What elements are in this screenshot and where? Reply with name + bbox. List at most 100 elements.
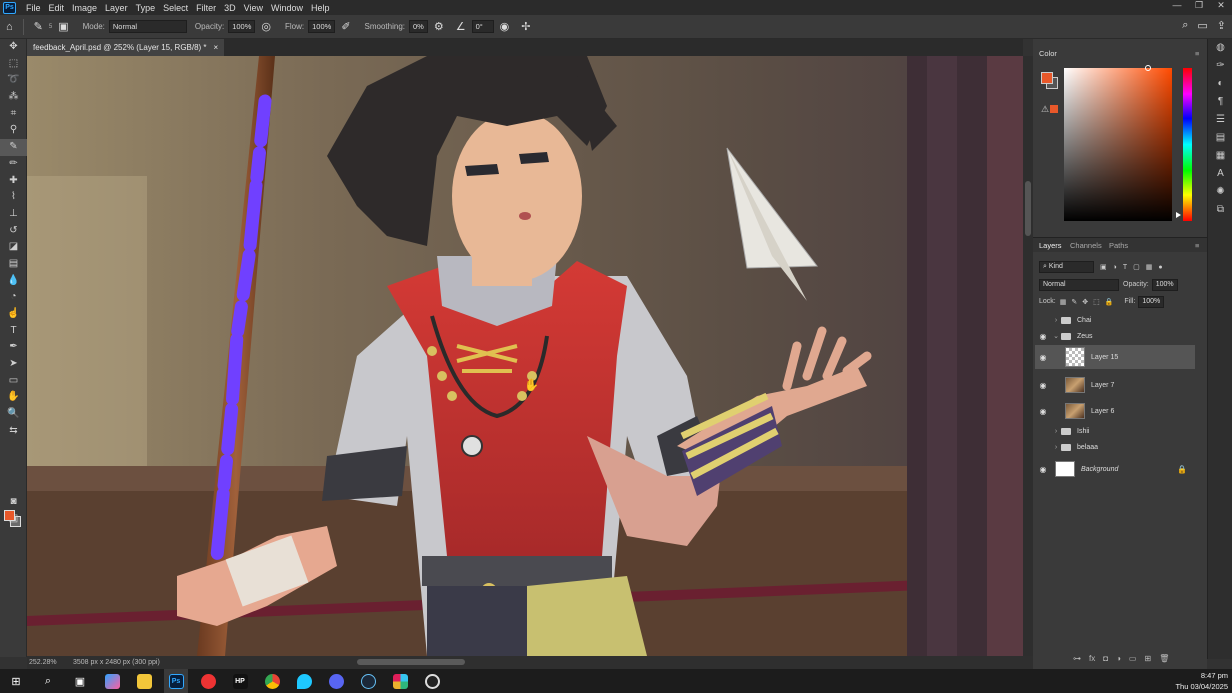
home-icon[interactable]: ⌂ xyxy=(6,21,13,33)
system-clock[interactable]: 8:47 pm Thu 03/04/2025 xyxy=(1175,670,1228,692)
vertical-scroll-thumb[interactable] xyxy=(1025,181,1031,236)
color-field[interactable] xyxy=(1064,68,1172,221)
layer-15[interactable]: ◉ Layer 15 xyxy=(1035,345,1195,369)
document-tab[interactable]: feedback_April.psd @ 252% (Layer 15, RGB… xyxy=(27,39,225,56)
brightness-icon[interactable]: ✺ xyxy=(1208,183,1232,201)
menu-filter[interactable]: Filter xyxy=(192,3,220,13)
discord-icon[interactable] xyxy=(324,669,348,693)
task-view-icon[interactable]: ▣ xyxy=(68,669,92,693)
pressure-opacity-icon[interactable]: ◎ xyxy=(261,20,271,33)
dodge-tool-icon[interactable]: ◔ xyxy=(0,289,27,306)
learn-icon[interactable]: ◍ xyxy=(1208,39,1232,57)
eye-icon[interactable]: ◉ xyxy=(1035,465,1051,474)
pencil-tool-icon[interactable]: ✏ xyxy=(0,156,27,173)
quick-mask-icon[interactable]: ◙ xyxy=(0,494,27,511)
horizontal-scroll-thumb[interactable] xyxy=(357,659,465,665)
brush-settings-icon[interactable]: ▣ xyxy=(58,20,68,33)
eye-icon[interactable]: ◉ xyxy=(1035,381,1051,390)
menu-layer[interactable]: Layer xyxy=(101,3,132,13)
layer-opacity-field[interactable]: 100% xyxy=(1151,278,1178,291)
menu-view[interactable]: View xyxy=(240,3,267,13)
share-icon[interactable]: ⇪ xyxy=(1217,19,1226,32)
libraries-icon[interactable]: ⧉ xyxy=(1208,201,1232,219)
history-brush-tool-icon[interactable]: ↺ xyxy=(0,223,27,240)
menu-select[interactable]: Select xyxy=(159,3,192,13)
smudge-tool-icon[interactable]: ☝ xyxy=(0,306,27,323)
chevron-down-icon[interactable]: ⌄ xyxy=(1051,332,1061,340)
magic-wand-tool-icon[interactable]: ⁂ xyxy=(0,89,27,106)
tab-paths[interactable]: Paths xyxy=(1109,241,1128,250)
symmetry-icon[interactable]: ✢ xyxy=(521,20,530,33)
pen-tool-icon[interactable]: ✒ xyxy=(0,339,27,356)
filter-icons[interactable]: ▣◑T▢▦● xyxy=(1100,263,1169,271)
fx-icon[interactable]: fx xyxy=(1089,654,1095,663)
trash-icon[interactable]: 🗑 xyxy=(1159,654,1169,663)
mode-select[interactable]: Normal xyxy=(108,20,187,33)
path-selection-tool-icon[interactable]: ➤ xyxy=(0,356,27,373)
close-window-button[interactable]: ✕ xyxy=(1210,0,1232,11)
hue-slider[interactable] xyxy=(1183,68,1192,221)
layer-group-ishii[interactable]: › Ishii xyxy=(1035,423,1195,439)
menu-3d[interactable]: 3D xyxy=(220,3,240,13)
new-layer-icon[interactable]: ⊞ xyxy=(1144,654,1151,663)
menu-file[interactable]: File xyxy=(22,3,45,13)
pressure-size-icon[interactable]: ◉ xyxy=(500,20,510,33)
app-red-icon[interactable] xyxy=(196,669,220,693)
clone-stamp-tool-icon[interactable]: ⊥ xyxy=(0,206,27,223)
menu-window[interactable]: Window xyxy=(267,3,307,13)
angle-field[interactable]: 0° xyxy=(471,20,494,33)
layers-comp-icon[interactable]: ▤ xyxy=(1208,129,1232,147)
marquee-tool-icon[interactable]: ⬚ xyxy=(0,56,27,73)
hp-icon[interactable]: HP xyxy=(228,669,252,693)
rectangle-tool-icon[interactable]: ▭ xyxy=(0,373,27,390)
slack-icon[interactable] xyxy=(388,669,412,693)
eye-icon[interactable]: ◉ xyxy=(1035,332,1051,341)
menu-edit[interactable]: Edit xyxy=(45,3,69,13)
close-tab-icon[interactable]: × xyxy=(214,43,219,52)
brush-panel-icon[interactable]: ✑ xyxy=(1208,57,1232,75)
kind-filter[interactable]: ⌕ Kind xyxy=(1039,260,1094,273)
properties-icon[interactable]: ☰ xyxy=(1208,111,1232,129)
layer-group-belaaa[interactable]: › belaaa xyxy=(1035,439,1195,455)
obs-icon[interactable] xyxy=(420,669,444,693)
color-picker-ring[interactable] xyxy=(1145,65,1151,71)
color-foreground-swatch[interactable] xyxy=(1041,72,1053,84)
layer-group-zeus[interactable]: ◉ ⌄ Zeus xyxy=(1035,328,1195,344)
layer-6[interactable]: ◉ Layer 6 xyxy=(1035,401,1195,421)
eyedropper-tool-icon[interactable]: ⚲ xyxy=(0,122,27,139)
gear-icon[interactable]: ⚙ xyxy=(434,20,444,33)
windows-start-icon[interactable]: ⊞ xyxy=(4,669,28,693)
healing-tool-icon[interactable]: ✚ xyxy=(0,173,27,190)
flow-field[interactable]: 100% xyxy=(308,20,336,33)
lasso-tool-icon[interactable]: ➰ xyxy=(0,72,27,89)
minimize-button[interactable]: — xyxy=(1166,0,1188,11)
opacity-field[interactable]: 100% xyxy=(228,20,256,33)
smoothing-field[interactable]: 0% xyxy=(409,20,428,33)
menu-type[interactable]: Type xyxy=(132,3,160,13)
menu-image[interactable]: Image xyxy=(68,3,101,13)
mixer-brush-tool-icon[interactable]: ⌇ xyxy=(0,189,27,206)
zoom-tool-icon[interactable]: 🔍 xyxy=(0,406,27,423)
gamut-warning-icon[interactable]: ⚠ xyxy=(1041,104,1049,115)
new-group-icon[interactable]: ▭ xyxy=(1129,654,1137,663)
brush-size[interactable]: 5 xyxy=(49,24,52,30)
brush-preset-icon[interactable]: ✎ xyxy=(34,20,43,33)
color-panel-title[interactable]: Color xyxy=(1039,49,1057,58)
add-mask-icon[interactable]: ◘ xyxy=(1103,654,1108,663)
blur-tool-icon[interactable]: 💧 xyxy=(0,273,27,290)
hue-marker[interactable] xyxy=(1176,212,1181,218)
brush-tool-icon[interactable]: ✎ xyxy=(0,139,27,156)
canvas[interactable]: ✋ xyxy=(27,56,1023,656)
file-explorer-icon[interactable] xyxy=(132,669,156,693)
maximize-button[interactable]: ❐ xyxy=(1188,0,1210,11)
zoom-level[interactable]: 252.28% xyxy=(27,659,67,666)
layer-group-chai[interactable]: › Chai xyxy=(1035,312,1195,328)
eraser-tool-icon[interactable]: ◪ xyxy=(0,239,27,256)
swatches-icon[interactable]: ▦ xyxy=(1208,147,1232,165)
layer-background[interactable]: ◉ Background 🔒 xyxy=(1035,459,1195,479)
chrome-icon[interactable] xyxy=(260,669,284,693)
fill-field[interactable]: 100% xyxy=(1138,295,1165,308)
chevron-right-icon[interactable]: › xyxy=(1051,444,1061,451)
steam-icon[interactable] xyxy=(356,669,380,693)
move-tool-icon[interactable]: ✥ xyxy=(0,39,27,56)
